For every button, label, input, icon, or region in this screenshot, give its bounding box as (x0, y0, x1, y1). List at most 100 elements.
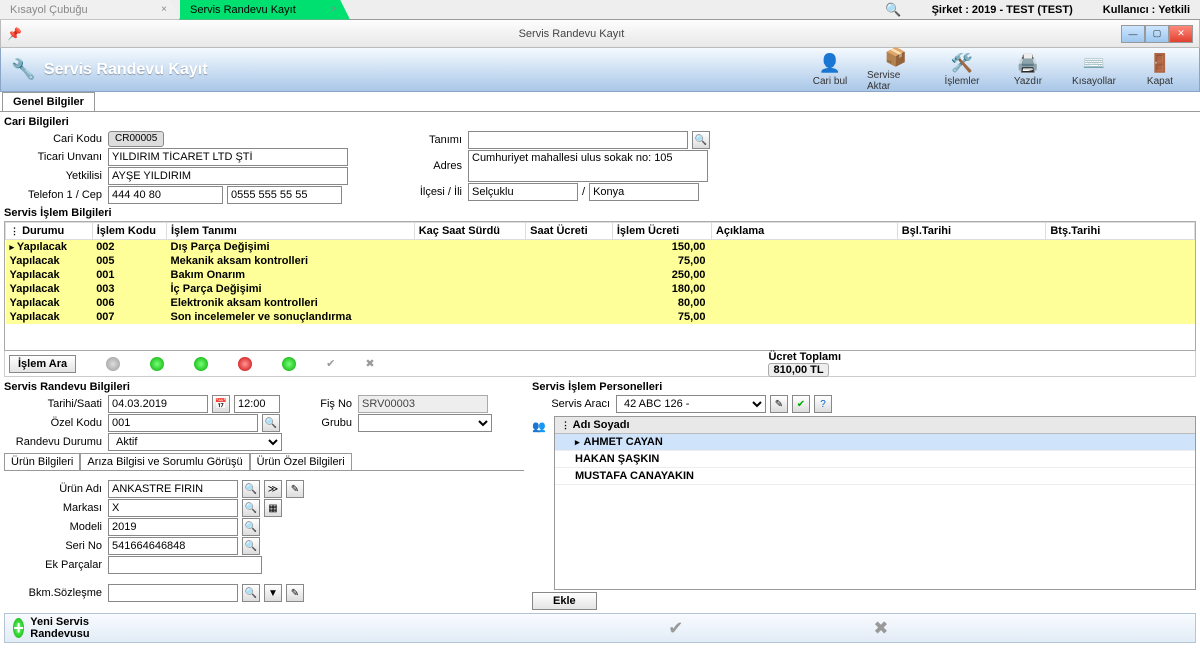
ilce-input[interactable] (468, 183, 578, 201)
top-tabs-bar: Kısayol Çubuğu × Servis Randevu Kayıt × … (0, 0, 1200, 20)
marka-extra-button[interactable]: ▦ (264, 499, 282, 517)
servis-araci-select[interactable]: 42 ABC 126 - (616, 395, 766, 413)
randevu-durumu-select[interactable]: Aktif (108, 433, 282, 451)
ozel-kodu-search-button[interactable]: 🔍 (262, 414, 280, 432)
grubu-label: Grubu (284, 417, 354, 429)
kapat-button[interactable]: 🚪Kapat (1131, 50, 1189, 90)
action-remove-button[interactable] (238, 357, 252, 371)
urun-adi-more-button[interactable]: ≫ (264, 480, 282, 498)
table-row[interactable]: Yapılacak006Elektronik aksam kontrolleri… (6, 296, 1195, 310)
ekle-button[interactable]: Ekle (532, 592, 597, 610)
seri-no-search-button[interactable]: 🔍 (242, 537, 260, 555)
tarih-input[interactable] (108, 395, 208, 413)
action-dot-green[interactable] (150, 357, 164, 371)
yetkili-input[interactable] (108, 167, 348, 185)
model-search-button[interactable]: 🔍 (242, 518, 260, 536)
telefon2-input[interactable] (227, 186, 342, 204)
user-label: Kullanıcı : Yetkili (1103, 4, 1190, 16)
model-label: Modeli (4, 521, 104, 533)
telefon1-input[interactable] (108, 186, 223, 204)
tab-servis-randevu[interactable]: Servis Randevu Kayıt × (180, 0, 350, 20)
arac-edit-button[interactable]: ✎ (770, 395, 788, 413)
col-bts-tarihi[interactable]: Btş.Tarihi (1046, 223, 1195, 240)
col-kac-saat[interactable]: Kaç Saat Sürdü (414, 223, 525, 240)
bkm-sozlesme-input[interactable] (108, 584, 238, 602)
yeni-randevu-button[interactable]: + Yeni Servis Randevusu (13, 616, 98, 640)
list-item[interactable]: AHMET CAYAN (555, 434, 1195, 451)
il-input[interactable] (589, 183, 699, 201)
urun-adi-edit-button[interactable]: ✎ (286, 480, 304, 498)
yazdir-button[interactable]: 🖨️Yazdır (999, 50, 1057, 90)
bkm-search-button[interactable]: 🔍 (242, 584, 260, 602)
search-icon[interactable]: 🔍 (885, 2, 901, 18)
tab-urun-bilgileri[interactable]: Ürün Bilgileri (4, 453, 80, 470)
col-aciklama[interactable]: Açıklama (711, 223, 897, 240)
close-icon[interactable]: × (331, 4, 337, 15)
kisayollar-button[interactable]: ⌨️Kısayollar (1065, 50, 1123, 90)
cari-kodu-value[interactable]: CR00005 (108, 131, 164, 147)
list-item[interactable]: HAKAN ŞAŞKIN (555, 451, 1195, 468)
table-row[interactable]: Yapılacak002Dış Parça Değişimi150,00 (6, 240, 1195, 255)
arac-help-button[interactable]: ? (814, 395, 832, 413)
ek-parcalar-input[interactable] (108, 556, 262, 574)
table-row[interactable]: Yapılacak001Bakım Onarım250,00 (6, 268, 1195, 282)
marka-input[interactable] (108, 499, 238, 517)
seri-no-input[interactable] (108, 537, 238, 555)
minimize-button[interactable]: — (1121, 25, 1145, 43)
tab-ariza-bilgisi[interactable]: Arıza Bilgisi ve Sorumlu Görüşü (80, 453, 249, 470)
urun-adi-input[interactable] (108, 480, 238, 498)
list-item[interactable]: MUSTAFA CANAYAKIN (555, 468, 1195, 485)
close-icon[interactable]: × (161, 4, 167, 15)
window-title: Servis Randevu Kayıt (22, 28, 1121, 40)
table-row[interactable]: Yapılacak007Son incelemeler ve sonuçland… (6, 310, 1195, 324)
pin-icon[interactable]: 📌 (7, 27, 22, 41)
tanim-input[interactable] (468, 131, 688, 149)
col-saat-ucreti[interactable]: Saat Ücreti (526, 223, 613, 240)
action-dot-grey[interactable] (106, 357, 120, 371)
maximize-button[interactable]: ▢ (1145, 25, 1169, 43)
tarih-label: Tarihi/Saati (4, 398, 104, 410)
page-header: 🔧 Servis Randevu Kayıt 👤Cari bul 📦Servis… (0, 48, 1200, 92)
arac-ok-button[interactable]: ✔ (792, 395, 810, 413)
action-cancel-icon[interactable]: ✖ (365, 357, 374, 370)
grubu-select[interactable] (358, 414, 492, 432)
islem-ara-button[interactable]: İşlem Ara (9, 355, 76, 373)
table-row[interactable]: Yapılacak005Mekanik aksam kontrolleri75,… (6, 254, 1195, 268)
cari-kodu-label: Cari Kodu (4, 133, 104, 145)
marka-search-button[interactable]: 🔍 (242, 499, 260, 517)
col-islem-tanimi[interactable]: İşlem Tanımı (167, 223, 415, 240)
ticari-unvan-input[interactable] (108, 148, 348, 166)
urun-adi-search-button[interactable]: 🔍 (242, 480, 260, 498)
tanim-search-button[interactable]: 🔍 (692, 131, 710, 149)
action-add-button[interactable] (194, 357, 208, 371)
servise-aktar-button[interactable]: 📦Servise Aktar (867, 50, 925, 90)
personel-actions: Ekle (532, 592, 1196, 610)
keyboard-icon: ⌨️ (1083, 53, 1105, 74)
col-bsl-tarihi[interactable]: Bşl.Tarihi (897, 223, 1046, 240)
action-dot-green2[interactable] (282, 357, 296, 371)
col-islem-ucreti[interactable]: İşlem Ücreti (612, 223, 711, 240)
table-row[interactable]: Yapılacak003İç Parça Değişimi180,00 (6, 282, 1195, 296)
bottom-check-icon[interactable]: ✔ (668, 618, 683, 639)
close-button[interactable]: ✕ (1169, 25, 1193, 43)
personel-list[interactable]: ⋮ Adı Soyadı AHMET CAYANHAKAN ŞAŞKINMUST… (554, 416, 1196, 590)
model-input[interactable] (108, 518, 238, 536)
islemler-button[interactable]: 🛠️İşlemler (933, 50, 991, 90)
tab-genel-bilgiler[interactable]: Genel Bilgiler (2, 92, 95, 111)
bkm-filter-button[interactable]: ▼ (264, 584, 282, 602)
bkm-edit-button[interactable]: ✎ (286, 584, 304, 602)
cari-bul-button[interactable]: 👤Cari bul (801, 50, 859, 90)
ozel-kodu-input[interactable] (108, 414, 258, 432)
tab-shortcut-bar[interactable]: Kısayol Çubuğu × (0, 0, 180, 20)
tab-label: Kısayol Çubuğu (10, 4, 88, 16)
calendar-icon[interactable]: 📅 (212, 395, 230, 413)
col-durumu[interactable]: ⋮ Durumu (6, 223, 93, 240)
islem-grid[interactable]: ⋮ Durumu İşlem Kodu İşlem Tanımı Kaç Saa… (4, 221, 1196, 351)
col-islem-kodu[interactable]: İşlem Kodu (92, 223, 166, 240)
adres-input[interactable]: Cumhuriyet mahallesi ulus sokak no: 105 (468, 150, 708, 182)
action-check-icon[interactable]: ✔ (326, 357, 335, 370)
gear-icon: 🛠️ (951, 53, 973, 74)
tab-urun-ozel[interactable]: Ürün Özel Bilgileri (250, 453, 352, 470)
bottom-cancel-icon[interactable]: ✖ (873, 618, 888, 639)
saat-input[interactable] (234, 395, 280, 413)
